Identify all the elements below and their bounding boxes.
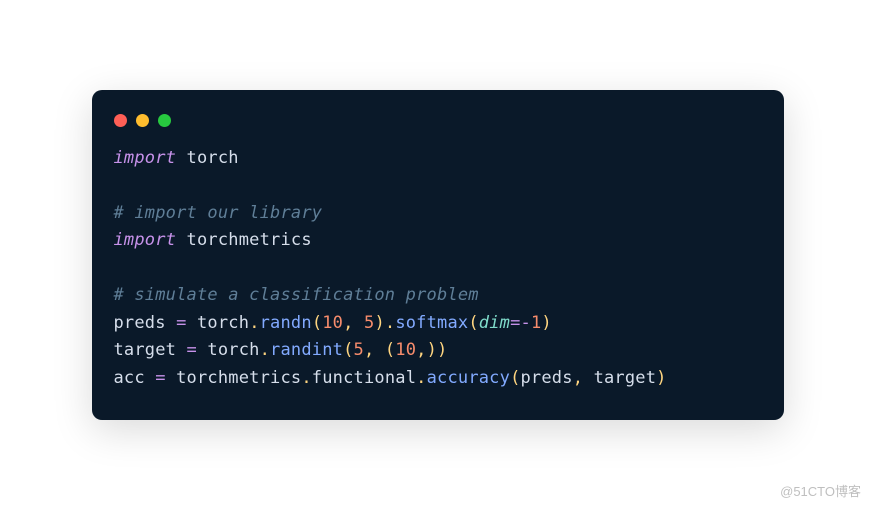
- code-token: target: [114, 340, 177, 360]
- code-token: softmax: [395, 313, 468, 333]
- code-token: torch: [207, 340, 259, 360]
- code-token: torchmetrics: [176, 368, 301, 388]
- code-line: acc = torchmetrics.functional.accuracy(p…: [114, 365, 762, 393]
- minimize-icon[interactable]: [136, 114, 149, 127]
- watermark-text: @51CTO博客: [780, 481, 861, 500]
- maximize-icon[interactable]: [158, 114, 171, 127]
- code-token: [176, 148, 186, 168]
- code-token: accuracy: [427, 368, 510, 388]
- code-token: [197, 340, 207, 360]
- code-line: target = torch.randint(5, (10,)): [114, 337, 762, 365]
- code-token: ,: [573, 368, 583, 388]
- code-line: import torchmetrics: [114, 227, 762, 255]
- code-token: 10: [322, 313, 343, 333]
- code-token: randn: [260, 313, 312, 333]
- code-token: ).: [374, 313, 395, 333]
- code-token: 5: [364, 313, 374, 333]
- code-token: ,: [343, 313, 353, 333]
- code-token: .: [260, 340, 270, 360]
- code-token: =: [155, 368, 165, 388]
- code-line: [114, 255, 762, 283]
- code-token: [145, 368, 155, 388]
- code-token: [374, 340, 384, 360]
- code-token: =: [176, 313, 186, 333]
- code-token: ,)): [416, 340, 447, 360]
- code-token: [354, 313, 364, 333]
- code-token: ): [541, 313, 551, 333]
- window-controls: [92, 110, 784, 145]
- code-token: preds: [114, 313, 166, 333]
- code-token: randint: [270, 340, 343, 360]
- code-token: import: [114, 230, 177, 250]
- code-token: 1: [531, 313, 541, 333]
- code-line: # simulate a classification problem: [114, 282, 762, 310]
- code-token: .: [249, 313, 259, 333]
- code-token: torch: [187, 148, 239, 168]
- code-token: functional: [312, 368, 416, 388]
- code-token: torchmetrics: [187, 230, 312, 250]
- code-token: dim: [479, 313, 510, 333]
- code-token: acc: [114, 368, 145, 388]
- close-icon[interactable]: [114, 114, 127, 127]
- code-token: =-: [510, 313, 531, 333]
- code-token: (: [312, 313, 322, 333]
- code-token: .: [301, 368, 311, 388]
- code-token: [166, 313, 176, 333]
- code-line: [114, 172, 762, 200]
- code-token: =: [187, 340, 197, 360]
- code-line: # import our library: [114, 200, 762, 228]
- code-token: [166, 368, 176, 388]
- code-token: 5: [354, 340, 364, 360]
- code-token: [176, 340, 186, 360]
- code-token: preds: [521, 368, 573, 388]
- code-token: (: [510, 368, 520, 388]
- code-token: target: [594, 368, 657, 388]
- code-token: torch: [197, 313, 249, 333]
- code-token: # simulate a classification problem: [114, 285, 479, 305]
- code-window: import torch # import our library import …: [92, 90, 784, 421]
- code-token: ,: [364, 340, 374, 360]
- code-token: [583, 368, 593, 388]
- code-token: (: [343, 340, 353, 360]
- code-token: ): [656, 368, 666, 388]
- code-token: # import our library: [114, 203, 323, 223]
- code-content: import torch # import our library import …: [92, 145, 784, 393]
- code-line: preds = torch.randn(10, 5).softmax(dim=-…: [114, 310, 762, 338]
- code-token: import: [114, 148, 177, 168]
- code-token: (: [468, 313, 478, 333]
- code-token: [187, 313, 197, 333]
- code-line: import torch: [114, 145, 762, 173]
- code-token: (: [385, 340, 395, 360]
- code-token: .: [416, 368, 426, 388]
- code-token: [176, 230, 186, 250]
- code-token: 10: [395, 340, 416, 360]
